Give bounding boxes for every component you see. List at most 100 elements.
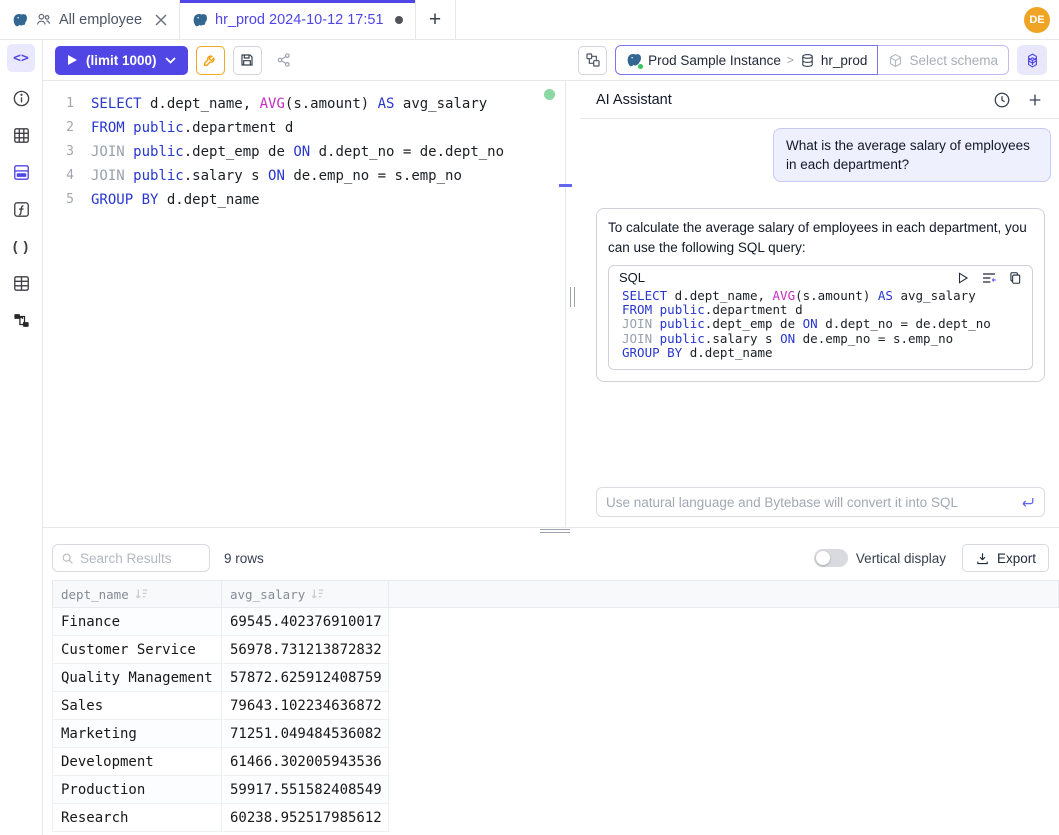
cell-dept_name: Marketing — [53, 720, 222, 748]
postgresql-icon — [12, 12, 28, 28]
editor-toolbar: (limit 1000) — [43, 40, 1059, 81]
horizontal-resize-divider[interactable] — [43, 527, 1059, 536]
procedures-panel-icon[interactable]: ( ) — [10, 235, 32, 257]
wrench-icon — [202, 52, 218, 68]
unsaved-indicator-dot — [395, 16, 403, 24]
info-icon[interactable] — [10, 87, 32, 109]
sql-code[interactable]: SELECT d.dept_name, AVG(s.amount) AS avg… — [91, 92, 504, 212]
schema-diagram-icon — [585, 52, 601, 68]
shared-worksheet-icon — [35, 11, 52, 28]
connection-health-dot — [544, 89, 555, 100]
results-table-header: dept_name avg_salary — [52, 580, 1059, 608]
copy-icon[interactable] — [1008, 271, 1022, 285]
cell-dept_name: Research — [53, 804, 222, 832]
search-results-box[interactable] — [52, 544, 210, 572]
search-results-input[interactable] — [80, 551, 201, 566]
sort-icon — [135, 588, 148, 600]
share-icon — [276, 52, 292, 68]
new-chat-icon[interactable] — [1027, 92, 1043, 108]
share-button[interactable] — [270, 46, 299, 75]
cell-avg_salary: 79643.102234636872 — [222, 692, 389, 720]
breadcrumb-separator: > — [787, 53, 794, 67]
column-header-dept-name[interactable]: dept_name — [53, 581, 222, 607]
tab-label: hr_prod 2024-10-12 17:51 — [215, 12, 384, 28]
schema-flow-icon[interactable] — [10, 309, 32, 331]
table-row[interactable]: Sales79643.102234636872 — [53, 692, 1059, 720]
column-header-avg-salary[interactable]: avg_salary — [222, 581, 389, 607]
sql-editor[interactable]: 12345 SELECT d.dept_name, AVG(s.amount) … — [43, 81, 566, 527]
save-icon — [239, 52, 255, 68]
sort-icon — [311, 588, 324, 600]
format-sql-button[interactable] — [196, 46, 225, 75]
database-icon — [800, 53, 815, 68]
user-avatar[interactable]: DE — [1024, 7, 1050, 33]
assistant-message-card: To calculate the average salary of emplo… — [596, 208, 1045, 382]
line-number-gutter: 12345 — [43, 92, 91, 212]
close-icon[interactable] — [155, 14, 167, 26]
postgresql-icon — [626, 52, 642, 68]
tab-all-employee[interactable]: All employee — [0, 0, 180, 39]
cell-avg_salary: 60238.952517985612 — [222, 804, 389, 832]
insert-into-editor-icon[interactable] — [981, 271, 997, 285]
sql-code-block: SQL — [608, 265, 1033, 370]
table-row[interactable]: Quality Management57872.625912408759 — [53, 664, 1059, 692]
table-row[interactable]: Production59917.551582408549 — [53, 776, 1059, 804]
vertical-resize-divider[interactable] — [566, 81, 580, 527]
horizontal-drag-handle[interactable] — [540, 529, 570, 533]
run-query-button[interactable]: (limit 1000) — [55, 46, 188, 75]
assistant-sql-code: SELECT d.dept_name, AVG(s.amount) AS avg… — [609, 286, 1032, 369]
table-row[interactable]: Marketing71251.049484536082 — [53, 720, 1059, 748]
cell-avg_salary: 69545.402376910017 — [222, 608, 389, 636]
functions-panel-icon[interactable] — [10, 198, 32, 220]
schema-cube-icon — [888, 53, 903, 68]
history-clock-icon[interactable] — [993, 91, 1011, 109]
ai-panel-title: AI Assistant — [596, 92, 993, 108]
cell-avg_salary: 61466.302005943536 — [222, 748, 389, 776]
tables-panel-icon[interactable] — [10, 124, 32, 146]
search-icon — [61, 551, 74, 566]
external-tables-panel-icon[interactable] — [10, 272, 32, 294]
download-icon — [975, 551, 990, 566]
cell-avg_salary: 71251.049484536082 — [222, 720, 389, 748]
code-block-language-label: SQL — [619, 270, 956, 285]
cell-dept_name: Sales — [53, 692, 222, 720]
vertical-display-label: Vertical display — [856, 551, 946, 566]
ai-prompt-input[interactable] — [606, 495, 1012, 510]
left-sidebar: <> ( ) — [0, 40, 43, 835]
results-panel: 9 rows Vertical display Export dept_name — [43, 536, 1059, 835]
export-button[interactable]: Export — [962, 544, 1049, 572]
cell-avg_salary: 57872.625912408759 — [222, 664, 389, 692]
vertical-drag-handle[interactable] — [570, 287, 575, 307]
cell-dept_name: Development — [53, 748, 222, 776]
schema-selector[interactable]: Select schema — [878, 45, 1009, 75]
editor-overview-cursor-marker — [559, 184, 572, 187]
ai-input-container — [596, 487, 1045, 517]
table-row[interactable]: Development61466.302005943536 — [53, 748, 1059, 776]
ai-assistant-toggle-button[interactable] — [1017, 45, 1047, 75]
row-count-label: 9 rows — [224, 551, 264, 566]
table-row[interactable]: Finance69545.402376910017 — [53, 608, 1059, 636]
chevron-down-icon — [165, 57, 176, 64]
run-code-icon[interactable] — [956, 271, 970, 285]
ai-chat-messages: What is the average salary of employees … — [580, 119, 1059, 487]
instance-name: Prod Sample Instance — [648, 53, 781, 68]
submit-return-icon[interactable] — [1020, 496, 1035, 509]
ai-assistant-panel: AI Assistant What is the average salary … — [580, 81, 1059, 527]
table-row[interactable]: Research60238.952517985612 — [53, 804, 1059, 832]
code-panel-toggle-button[interactable]: <> — [7, 44, 35, 72]
cell-dept_name: Customer Service — [53, 636, 222, 664]
cell-avg_salary: 56978.731213872832 — [222, 636, 389, 664]
assistant-message-text: To calculate the average salary of emplo… — [608, 218, 1033, 258]
schema-placeholder: Select schema — [909, 53, 998, 68]
save-button[interactable] — [233, 46, 262, 75]
schema-diagram-button[interactable] — [578, 46, 607, 75]
vertical-display-toggle[interactable] — [814, 549, 848, 567]
worksheet-tab-bar: All employee hr_prod 2024-10-12 17:51 + … — [0, 0, 1059, 40]
cell-dept_name: Quality Management — [53, 664, 222, 692]
connection-selector: Prod Sample Instance > hr_prod Select sc… — [615, 45, 1009, 75]
table-row[interactable]: Customer Service56978.731213872832 — [53, 636, 1059, 664]
new-tab-button[interactable]: + — [416, 0, 456, 39]
er-diagram-icon[interactable] — [10, 161, 32, 183]
tab-hr-prod[interactable]: hr_prod 2024-10-12 17:51 — [180, 0, 416, 39]
instance-database-selector[interactable]: Prod Sample Instance > hr_prod — [615, 45, 878, 75]
